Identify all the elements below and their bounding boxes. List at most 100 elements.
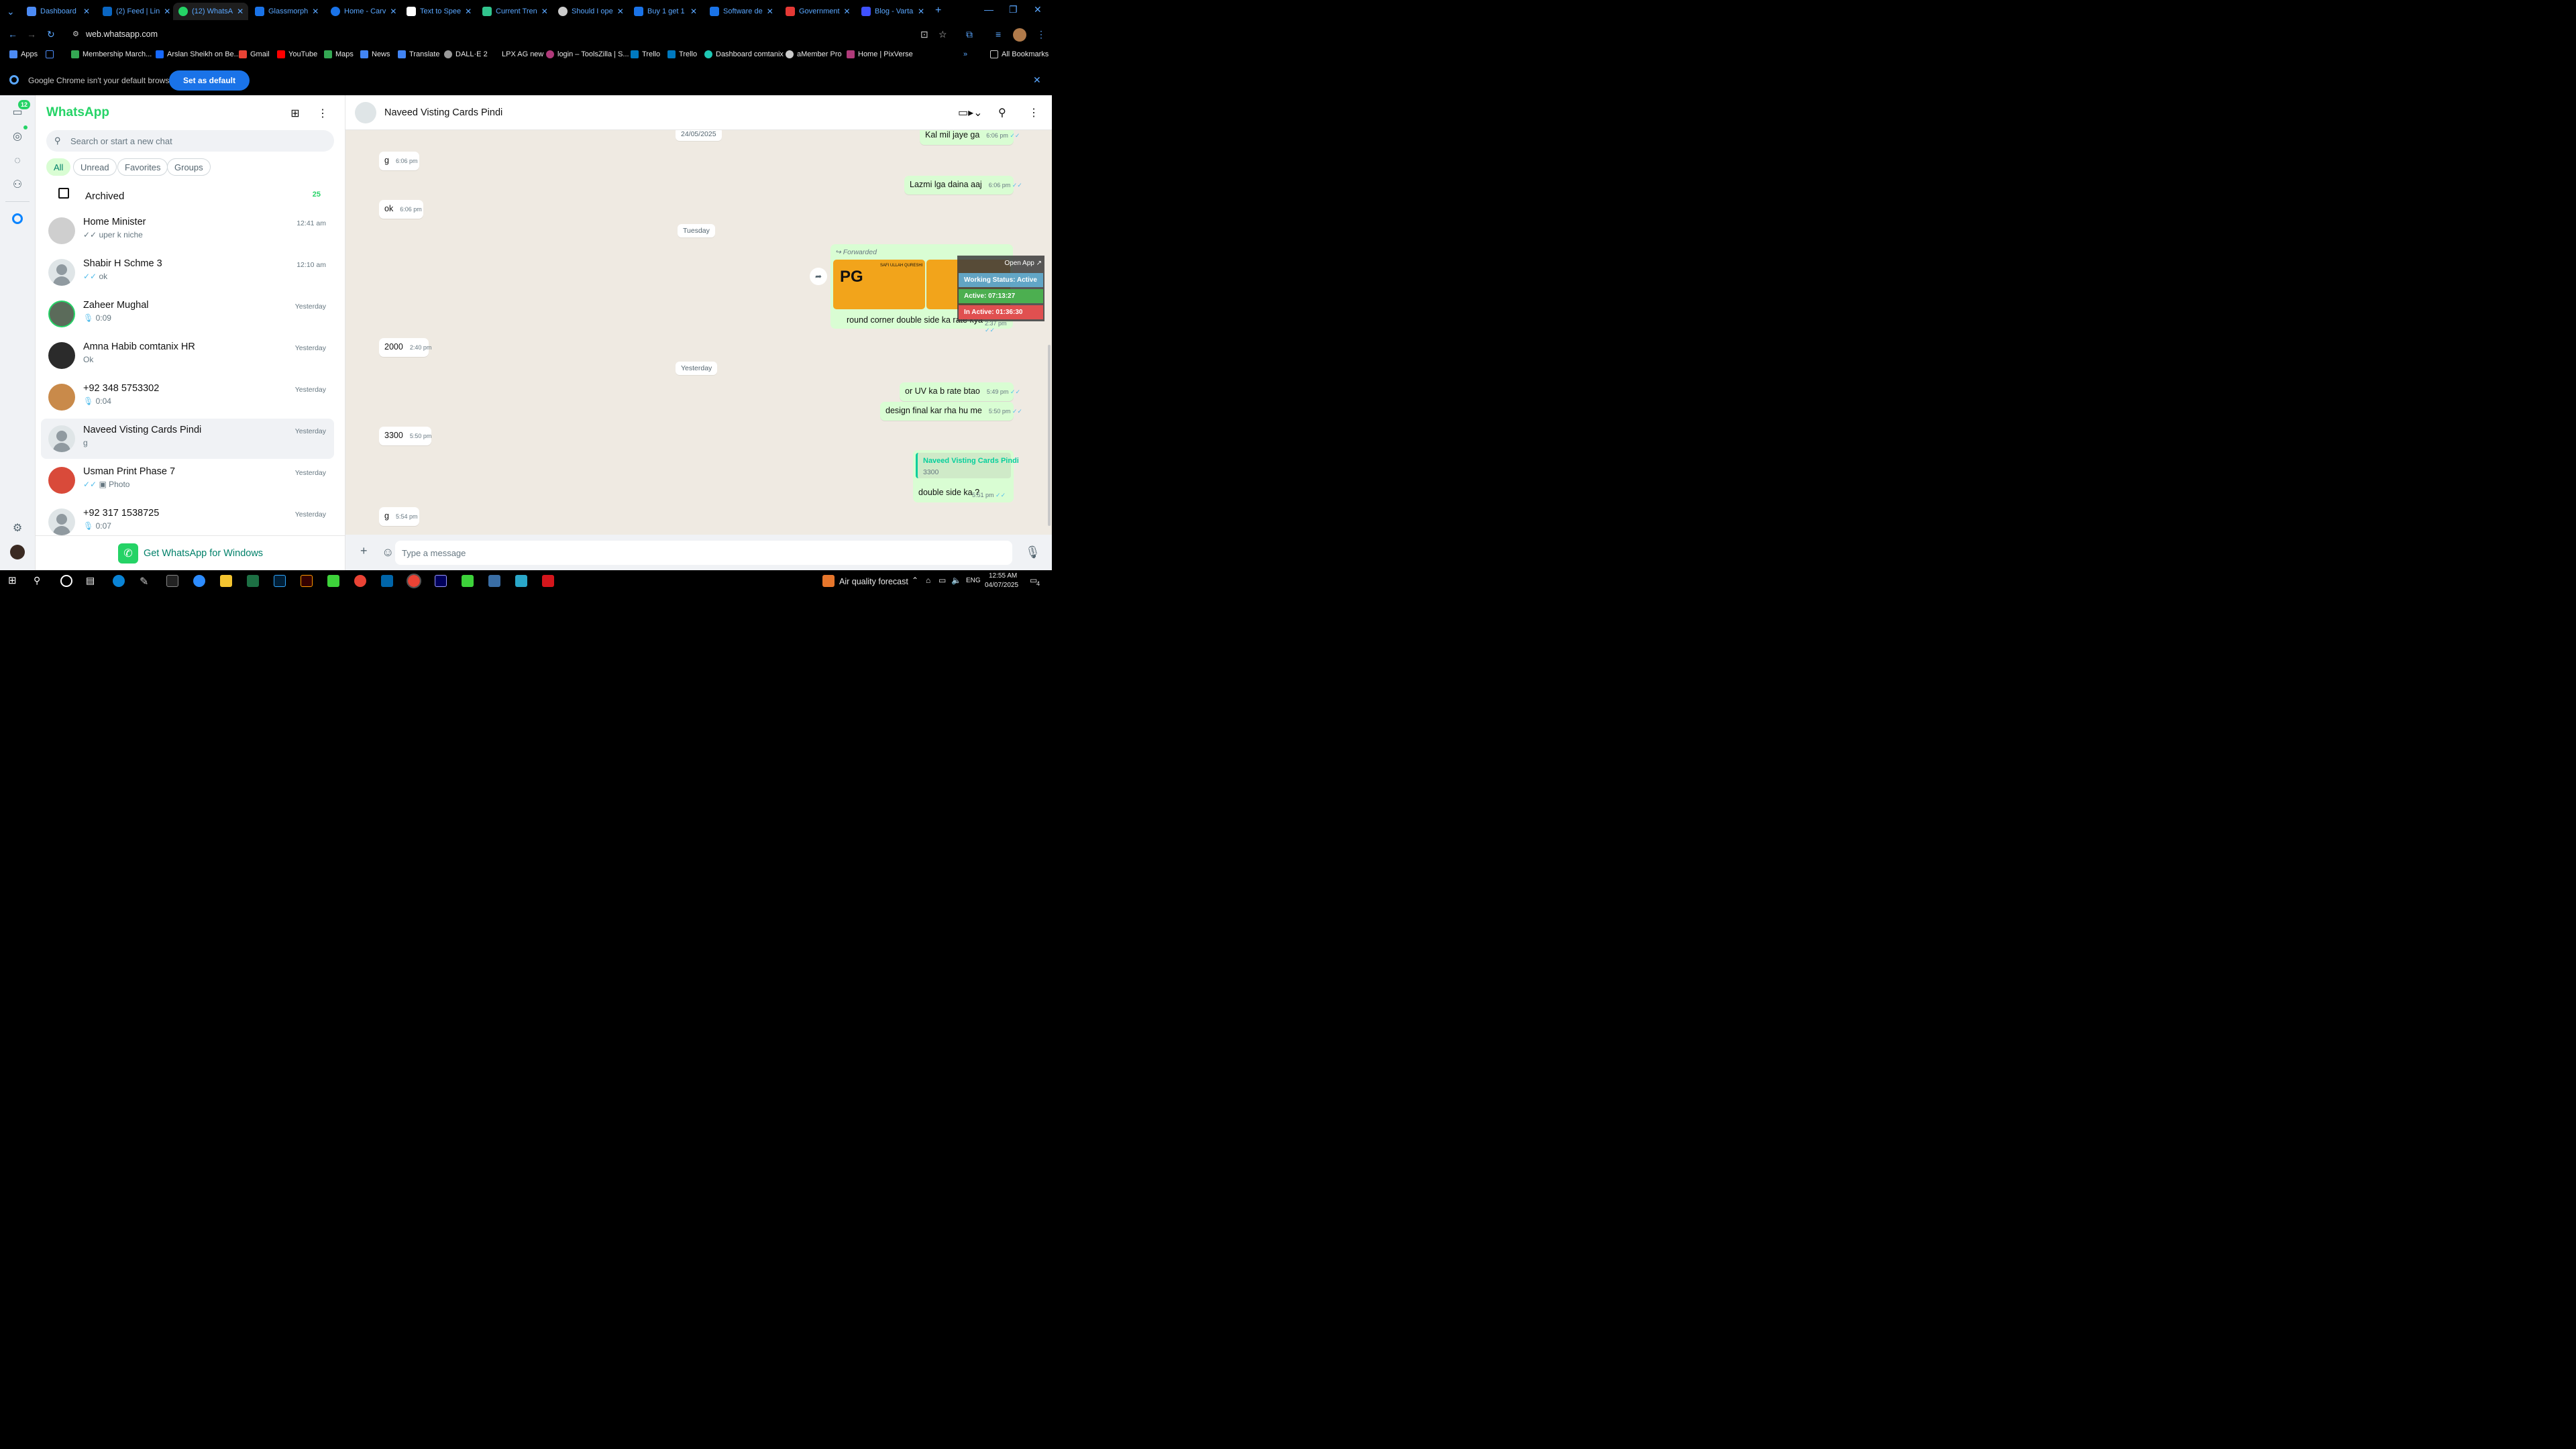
app-green-icon[interactable]	[327, 575, 339, 587]
close-tab-icon[interactable]: ✕	[844, 7, 851, 16]
message-bubble-outgoing[interactable]: Lazmi lga daina aaj 6:06 pm ✓✓	[904, 176, 1022, 195]
tab-buy-1-get-1[interactable]: Buy 1 get 1 ✕	[629, 3, 702, 20]
filter-favorites[interactable]: Favorites	[117, 158, 168, 176]
bookmark-news[interactable]: News	[360, 50, 390, 58]
contact-avatar[interactable]	[355, 102, 376, 123]
chat-item[interactable]: Usman Print Phase 7 ✓✓ ▣ Photo Yesterday	[41, 460, 334, 500]
tray-apps-icon[interactable]: ⌂	[926, 576, 930, 585]
message-bubble-outgoing[interactable]: or UV ka b rate btao 5:49 pm ✓✓	[900, 382, 1020, 401]
file-explorer-icon[interactable]	[220, 575, 232, 587]
reload-icon[interactable]: ↻	[47, 29, 55, 40]
minimize-icon[interactable]: —	[984, 4, 994, 15]
filter-unread[interactable]: Unread	[73, 158, 117, 176]
illustrator-icon[interactable]	[301, 575, 313, 587]
archived-row[interactable]: Archived 25	[36, 181, 345, 208]
chrome-active-icon[interactable]	[407, 574, 421, 588]
zoom-icon[interactable]	[193, 575, 205, 587]
windows-start-icon[interactable]: ⊞	[8, 574, 20, 586]
tab-glassmorph[interactable]: Glassmorph ✕	[250, 3, 323, 20]
message-bubble-incoming[interactable]: 3300 5:50 pm	[379, 427, 431, 445]
close-tab-icon[interactable]: ✕	[617, 7, 624, 16]
bookmark-trello-2[interactable]: Trello	[667, 50, 697, 58]
back-icon[interactable]: ←	[8, 29, 17, 40]
tab-search-icon[interactable]: ⌄	[7, 6, 15, 17]
search-input[interactable]: ⚲ Search or start a new chat	[46, 130, 334, 152]
profile-avatar[interactable]	[10, 545, 25, 559]
tab-home-carv[interactable]: Home - Carv ✕	[325, 3, 399, 20]
settings-gear-icon[interactable]: ⚙	[10, 521, 25, 535]
network-icon[interactable]: ▭	[938, 576, 946, 585]
filter-groups[interactable]: Groups	[167, 158, 211, 176]
tab-blog-varta[interactable]: Blog - Varta ✕	[856, 3, 930, 20]
volume-icon[interactable]: 🔈	[951, 576, 961, 585]
tray-chevron-icon[interactable]: ⌃	[912, 576, 918, 585]
close-tab-icon[interactable]: ✕	[465, 7, 472, 16]
bookmark-star-icon[interactable]: ☆	[938, 29, 947, 40]
channels-icon[interactable]: ◌	[10, 154, 25, 168]
chat-item[interactable]: Amna Habib comtanix HR Ok Yesterday	[41, 335, 334, 376]
cortana-icon[interactable]	[60, 575, 72, 587]
message-bubble-incoming[interactable]: g 5:54 pm	[379, 507, 419, 526]
site-info-icon[interactable]: ⚙	[72, 30, 80, 38]
calculator-icon[interactable]	[488, 575, 500, 587]
bookmark-maps[interactable]: Maps	[324, 50, 354, 58]
premiere-icon[interactable]	[435, 575, 447, 587]
bookmark-grid[interactable]	[46, 50, 54, 58]
bookmark-amember[interactable]: aMember Pro	[786, 50, 842, 58]
terminal-icon[interactable]	[166, 575, 178, 587]
menu-icon[interactable]: ⋮	[1028, 106, 1039, 119]
search-icon[interactable]: ⚲	[998, 106, 1006, 119]
bookmark-behance[interactable]: Arslan Sheikh on Be...	[156, 50, 240, 58]
bookmark-youtube[interactable]: YouTube	[277, 50, 317, 58]
url-field[interactable]: ⚙ web.whatsapp.com	[67, 26, 912, 42]
tab-current-trends[interactable]: Current Tren ✕	[477, 3, 551, 20]
acrobat-icon[interactable]	[542, 575, 554, 587]
meta-ai-icon[interactable]	[12, 213, 23, 224]
message-input[interactable]: Type a message	[395, 541, 1012, 565]
bookmark-pixverse[interactable]: Home | PixVerse	[847, 50, 913, 58]
bookmark-toolszilla[interactable]: login – ToolsZilla | S...	[546, 50, 629, 58]
close-tab-icon[interactable]: ✕	[767, 7, 773, 16]
chrome-icon[interactable]	[354, 575, 366, 587]
chat-item[interactable]: +92 317 1538725 🎙 0:07 Yesterday	[41, 502, 334, 535]
get-whatsapp-windows-link[interactable]: ✆ Get WhatsApp for Windows	[36, 535, 345, 570]
reply-message[interactable]: Naveed Visting Cards Pindi 3300 double s…	[913, 450, 1019, 502]
vscode-icon[interactable]	[381, 575, 393, 587]
chat-item[interactable]: +92 348 5753302 🎙 0:04 Yesterday	[41, 377, 334, 417]
close-tab-icon[interactable]: ✕	[541, 7, 548, 16]
bookmark-translate[interactable]: Translate	[398, 50, 439, 58]
tab-text-to-speech[interactable]: Text to Spee ✕	[401, 3, 475, 20]
bookmark-gmail[interactable]: Gmail	[239, 50, 270, 58]
message-bubble-incoming[interactable]: 2000 2:40 pm	[379, 338, 431, 357]
message-bubble-outgoing[interactable]: Kal mil jaye ga 6:06 pm ✓✓	[920, 130, 1020, 145]
sticker-emoji-icon[interactable]: ☺	[382, 545, 394, 559]
chat-item[interactable]: Home Minister ✓✓ uper k niche 12:41 am	[41, 211, 334, 251]
bookmark-trello-1[interactable]: Trello	[631, 50, 660, 58]
chat-item[interactable]: Zaheer Mughal 🎙 0:09 Yesterday	[41, 294, 334, 334]
all-bookmarks[interactable]: All Bookmarks	[990, 50, 1049, 58]
tab-software[interactable]: Software de ✕	[704, 3, 778, 20]
filter-all[interactable]: All	[46, 158, 71, 176]
tab-should-i[interactable]: Should I ope ✕	[553, 3, 627, 20]
conversation-header[interactable]: Naveed Visting Cards Pindi ▭▸⌄ ⚲ ⋮	[345, 95, 1052, 130]
close-tab-icon[interactable]: ✕	[390, 7, 396, 16]
microphone-icon[interactable]: 🎙	[1025, 545, 1040, 559]
photoshop-icon[interactable]	[274, 575, 286, 587]
message-bubble-incoming[interactable]: g 6:06 pm	[379, 152, 419, 170]
video-call-icon[interactable]: ▭▸⌄	[958, 106, 983, 119]
bookmark-lpx[interactable]: LPX AG new	[502, 50, 543, 58]
extensions-icon[interactable]: ⧉	[966, 29, 973, 40]
scrollbar-thumb[interactable]	[1048, 345, 1051, 526]
tab-linkedin[interactable]: (2) Feed | Lin ✕	[97, 3, 171, 20]
attach-plus-icon[interactable]: +	[360, 544, 368, 558]
clock-date[interactable]: 04/07/2025	[985, 582, 1018, 589]
language-indicator[interactable]: ENG	[966, 577, 981, 584]
chat-item-selected[interactable]: Naveed Visting Cards Pindi g Yesterday	[41, 419, 334, 459]
message-bubble-incoming[interactable]: ok 6:06 pm	[379, 200, 423, 219]
tab-government[interactable]: Government ✕	[780, 3, 854, 20]
chat-item[interactable]: Shabir H Schme 3 ✓✓ ok 12:10 am	[41, 252, 334, 292]
status-icon[interactable]: ◎	[10, 129, 25, 144]
media-control-icon[interactable]: ≡	[996, 29, 1001, 40]
forward-icon[interactable]: ➦	[810, 268, 827, 285]
weather-widget[interactable]: Air quality forecast	[839, 577, 908, 586]
